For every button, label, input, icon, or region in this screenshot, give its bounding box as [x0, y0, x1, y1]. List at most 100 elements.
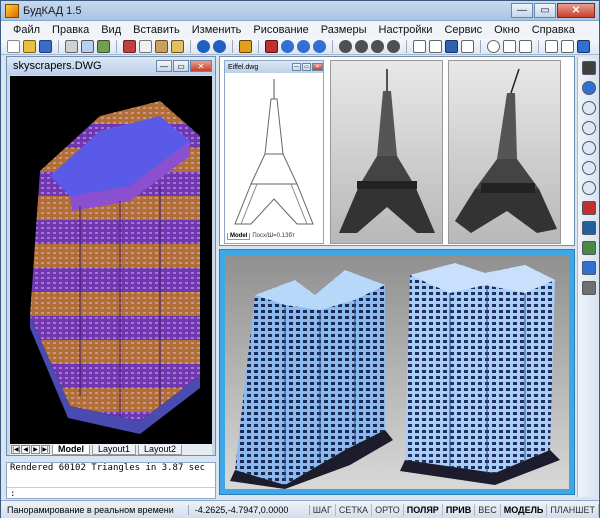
- close-button[interactable]: ✕: [557, 3, 595, 18]
- zoom-previous-icon[interactable]: [581, 161, 596, 175]
- grid-toggle[interactable]: СЕТКА: [336, 503, 373, 516]
- print-icon[interactable]: [65, 40, 78, 53]
- pan-realtime-icon[interactable]: [581, 61, 596, 75]
- circle-icon[interactable]: [487, 40, 500, 53]
- paste-icon[interactable]: [155, 40, 168, 53]
- title-bar[interactable]: БудКАД 1.5 — ▭ ✕: [1, 1, 599, 21]
- redo-icon[interactable]: [213, 40, 226, 53]
- match-properties-icon[interactable]: [171, 40, 184, 53]
- snap-toggle[interactable]: ШАГ: [310, 503, 336, 516]
- undo-icon[interactable]: [197, 40, 210, 53]
- model-space-canvas[interactable]: [10, 76, 212, 444]
- polar-toggle[interactable]: ПОЛЯР: [404, 503, 443, 516]
- shade-icon[interactable]: [581, 241, 596, 255]
- model-toggle[interactable]: МОДЕЛЬ: [501, 503, 548, 516]
- free-orbit-icon[interactable]: [355, 40, 368, 53]
- zoom-icon[interactable]: [281, 40, 294, 53]
- multiline-text-icon[interactable]: [561, 40, 574, 53]
- minimize-button[interactable]: —: [511, 3, 533, 18]
- drawing-window-title: skyscrapers.DWG: [13, 60, 102, 72]
- drawing-close-button[interactable]: ✕: [190, 60, 212, 72]
- toolbar-separator: [232, 40, 233, 53]
- new-file-icon[interactable]: [7, 40, 20, 53]
- zoom-out-icon[interactable]: [581, 121, 596, 135]
- eiffel-close-button[interactable]: ✕: [312, 63, 323, 71]
- toolbar-separator: [406, 40, 407, 53]
- menu-tools[interactable]: Сервис: [438, 24, 488, 36]
- publish-icon[interactable]: [97, 40, 110, 53]
- orbit-icon[interactable]: [339, 40, 352, 53]
- table-icon[interactable]: [503, 40, 516, 53]
- tab-layout1[interactable]: Layout1: [92, 444, 137, 455]
- eiffel-tab-model[interactable]: Model: [227, 232, 251, 240]
- tab-model[interactable]: Model: [52, 444, 90, 455]
- menu-dimensions[interactable]: Размеры: [315, 24, 373, 36]
- menu-file[interactable]: Файл: [7, 24, 46, 36]
- named-views-icon[interactable]: [581, 221, 596, 235]
- zoom-extents-icon[interactable]: [581, 141, 596, 155]
- cut-icon[interactable]: [123, 40, 136, 53]
- orbit-3d-icon[interactable]: [581, 281, 596, 295]
- zoom-realtime-icon[interactable]: [581, 81, 596, 95]
- line-icon[interactable]: [265, 40, 278, 53]
- camera-icon[interactable]: [387, 40, 400, 53]
- menu-modify[interactable]: Изменить: [186, 24, 248, 36]
- next-tab-button[interactable]: ▶: [31, 445, 40, 454]
- ortho-toggle[interactable]: ОРТО: [372, 503, 404, 516]
- eiffel-maximize-button[interactable]: ▭: [302, 63, 311, 71]
- block-icon[interactable]: [429, 40, 442, 53]
- zoom-window-icon[interactable]: [313, 40, 326, 53]
- menu-window[interactable]: Окно: [488, 24, 526, 36]
- tab-layout2[interactable]: Layout2: [138, 444, 183, 455]
- osnap-toggle[interactable]: ПРИВ: [443, 503, 476, 516]
- pan-icon[interactable]: [297, 40, 310, 53]
- continuous-orbit-icon[interactable]: [371, 40, 384, 53]
- zoom-all-icon[interactable]: [581, 181, 596, 195]
- eiffel-perspective-render: [455, 68, 557, 233]
- drawing-maximize-button[interactable]: ▭: [173, 60, 189, 72]
- menu-help[interactable]: Справка: [526, 24, 581, 36]
- copy-icon[interactable]: [139, 40, 152, 53]
- menu-draw[interactable]: Рисование: [247, 24, 314, 36]
- drawing-minimize-button[interactable]: —: [156, 60, 172, 72]
- last-tab-button[interactable]: ▶|: [41, 445, 50, 454]
- toolbar-separator: [480, 40, 481, 53]
- command-input[interactable]: :: [7, 487, 215, 499]
- menu-edit[interactable]: Правка: [46, 24, 95, 36]
- toolbar-separator: [58, 40, 59, 53]
- eiffel-window-title: Eiffel.dwg: [228, 63, 259, 71]
- eiffel-minimize-button[interactable]: —: [292, 63, 301, 71]
- layers-icon[interactable]: [445, 40, 458, 53]
- menu-view[interactable]: Вид: [95, 24, 127, 36]
- drawing-window-titlebar[interactable]: skyscrapers.DWG — ▭ ✕: [7, 57, 215, 75]
- save-icon[interactable]: [39, 40, 52, 53]
- zoom-in-icon[interactable]: [581, 101, 596, 115]
- command-history-line: Rendered 60102 Triangles in 3.87 sec: [10, 463, 206, 473]
- toolbar-separator: [538, 40, 539, 53]
- eiffel-shaded-render: [339, 69, 435, 233]
- help-icon[interactable]: [577, 40, 590, 53]
- open-folder-icon[interactable]: [23, 40, 36, 53]
- first-tab-button[interactable]: |◀: [11, 445, 20, 454]
- eiffel-drawing-window: Eiffel.dwg — ▭ ✕ Model Посх/Ш=0.1Збт: [224, 60, 324, 244]
- eiffel-window-titlebar[interactable]: Eiffel.dwg — ▭ ✕: [225, 61, 323, 73]
- skyscrapers-drawing-window: skyscrapers.DWG — ▭ ✕ |◀ ◀ ▶ ▶| Model La…: [6, 56, 216, 456]
- view-cube-icon[interactable]: [413, 40, 426, 53]
- render-icon[interactable]: [581, 261, 596, 275]
- tablet-toggle[interactable]: ПЛАНШЕТ: [547, 503, 599, 516]
- menu-insert[interactable]: Вставить: [127, 24, 186, 36]
- toolbar-separator: [116, 40, 117, 53]
- window-title: БудКАД 1.5: [23, 4, 82, 17]
- grid-icon[interactable]: [519, 40, 532, 53]
- text-icon[interactable]: [545, 40, 558, 53]
- prev-tab-button[interactable]: ◀: [21, 445, 30, 454]
- print-preview-icon[interactable]: [81, 40, 94, 53]
- properties-icon[interactable]: [461, 40, 474, 53]
- lineweight-toggle[interactable]: ВЕС: [475, 503, 501, 516]
- eiffel-model-canvas[interactable]: [227, 74, 321, 229]
- pencil-icon[interactable]: [239, 40, 252, 53]
- menu-settings[interactable]: Настройки: [373, 24, 439, 36]
- toolbar-separator: [190, 40, 191, 53]
- redraw-icon[interactable]: [581, 201, 596, 215]
- maximize-button[interactable]: ▭: [534, 3, 556, 18]
